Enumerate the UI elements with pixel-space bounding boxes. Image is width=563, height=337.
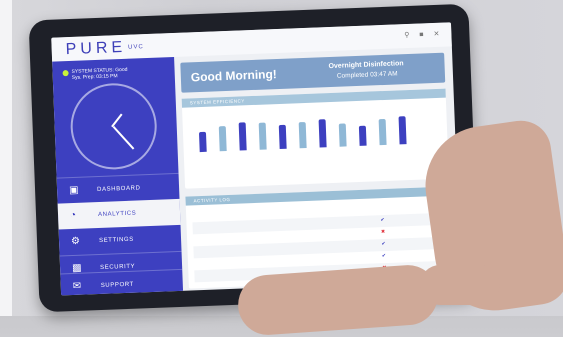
check-icon: ✔: [380, 217, 385, 224]
right-thumb: [420, 265, 500, 305]
left-hand: [236, 263, 440, 337]
pie-chart-icon: ◔: [69, 209, 77, 222]
greeting-text: Good Morning!: [190, 67, 278, 85]
chart-bar: [298, 121, 307, 149]
sidebar-item-label: DASHBOARD: [96, 185, 141, 194]
chart-bar: [198, 131, 207, 153]
sidebar-item-label: SUPPORT: [100, 281, 134, 289]
chart-bar: [358, 125, 367, 146]
efficiency-panel: SYSTEM EFFICIENCY: [181, 88, 449, 189]
window-controls: ⚲ ■ ✕: [396, 30, 439, 40]
app-screen: PURE UVC ⚲ ■ ✕ SYSTEM STATUS: Good Sys. P…: [51, 22, 461, 296]
clock-icon: [69, 81, 159, 171]
logo-text: PURE: [65, 38, 127, 59]
x-icon: ✖: [380, 229, 386, 236]
efficiency-chart: [190, 101, 441, 186]
app-logo: PURE UVC: [65, 38, 144, 59]
chart-bar: [218, 126, 227, 152]
chart-bar: [398, 116, 407, 145]
monitor-icon: ▣: [68, 184, 80, 197]
mail-icon: ✉: [72, 280, 82, 293]
chart-bar: [258, 122, 267, 150]
close-icon[interactable]: ✕: [433, 31, 439, 38]
system-status: SYSTEM STATUS: Good Sys. Prep: 03:15 PM: [62, 67, 128, 81]
chart-bar: [338, 123, 347, 147]
sidebar-item-label: SETTINGS: [98, 236, 134, 245]
gear-icon: ⚙: [70, 235, 81, 248]
chart-bar: [278, 124, 287, 150]
sidebar-item-support[interactable]: ✉ SUPPORT: [60, 268, 184, 296]
sidebar-item-label: ANALYTICS: [97, 210, 137, 219]
chart-bar: [318, 119, 327, 148]
status-line-2: Sys. Prep: 03:15 PM: [71, 73, 118, 81]
minimize-icon[interactable]: ■: [419, 31, 423, 38]
check-icon: ✔: [381, 241, 386, 248]
logo-sub: UVC: [128, 43, 144, 51]
greeting-banner: Good Morning! Overnight Disinfection Com…: [180, 52, 446, 93]
sidebar: SYSTEM STATUS: Good Sys. Prep: 03:15 PM …: [52, 56, 184, 296]
search-icon[interactable]: ⚲: [404, 32, 409, 39]
clock-minute-hand: [112, 126, 134, 150]
disinfection-status: Completed 03:47 AM: [336, 70, 398, 80]
chart-bar: [238, 122, 247, 151]
check-icon: ✔: [381, 253, 387, 260]
status-dot: [62, 70, 69, 77]
disinfection-title: Overnight Disinfection: [328, 60, 404, 71]
chart-bar: [378, 119, 387, 146]
